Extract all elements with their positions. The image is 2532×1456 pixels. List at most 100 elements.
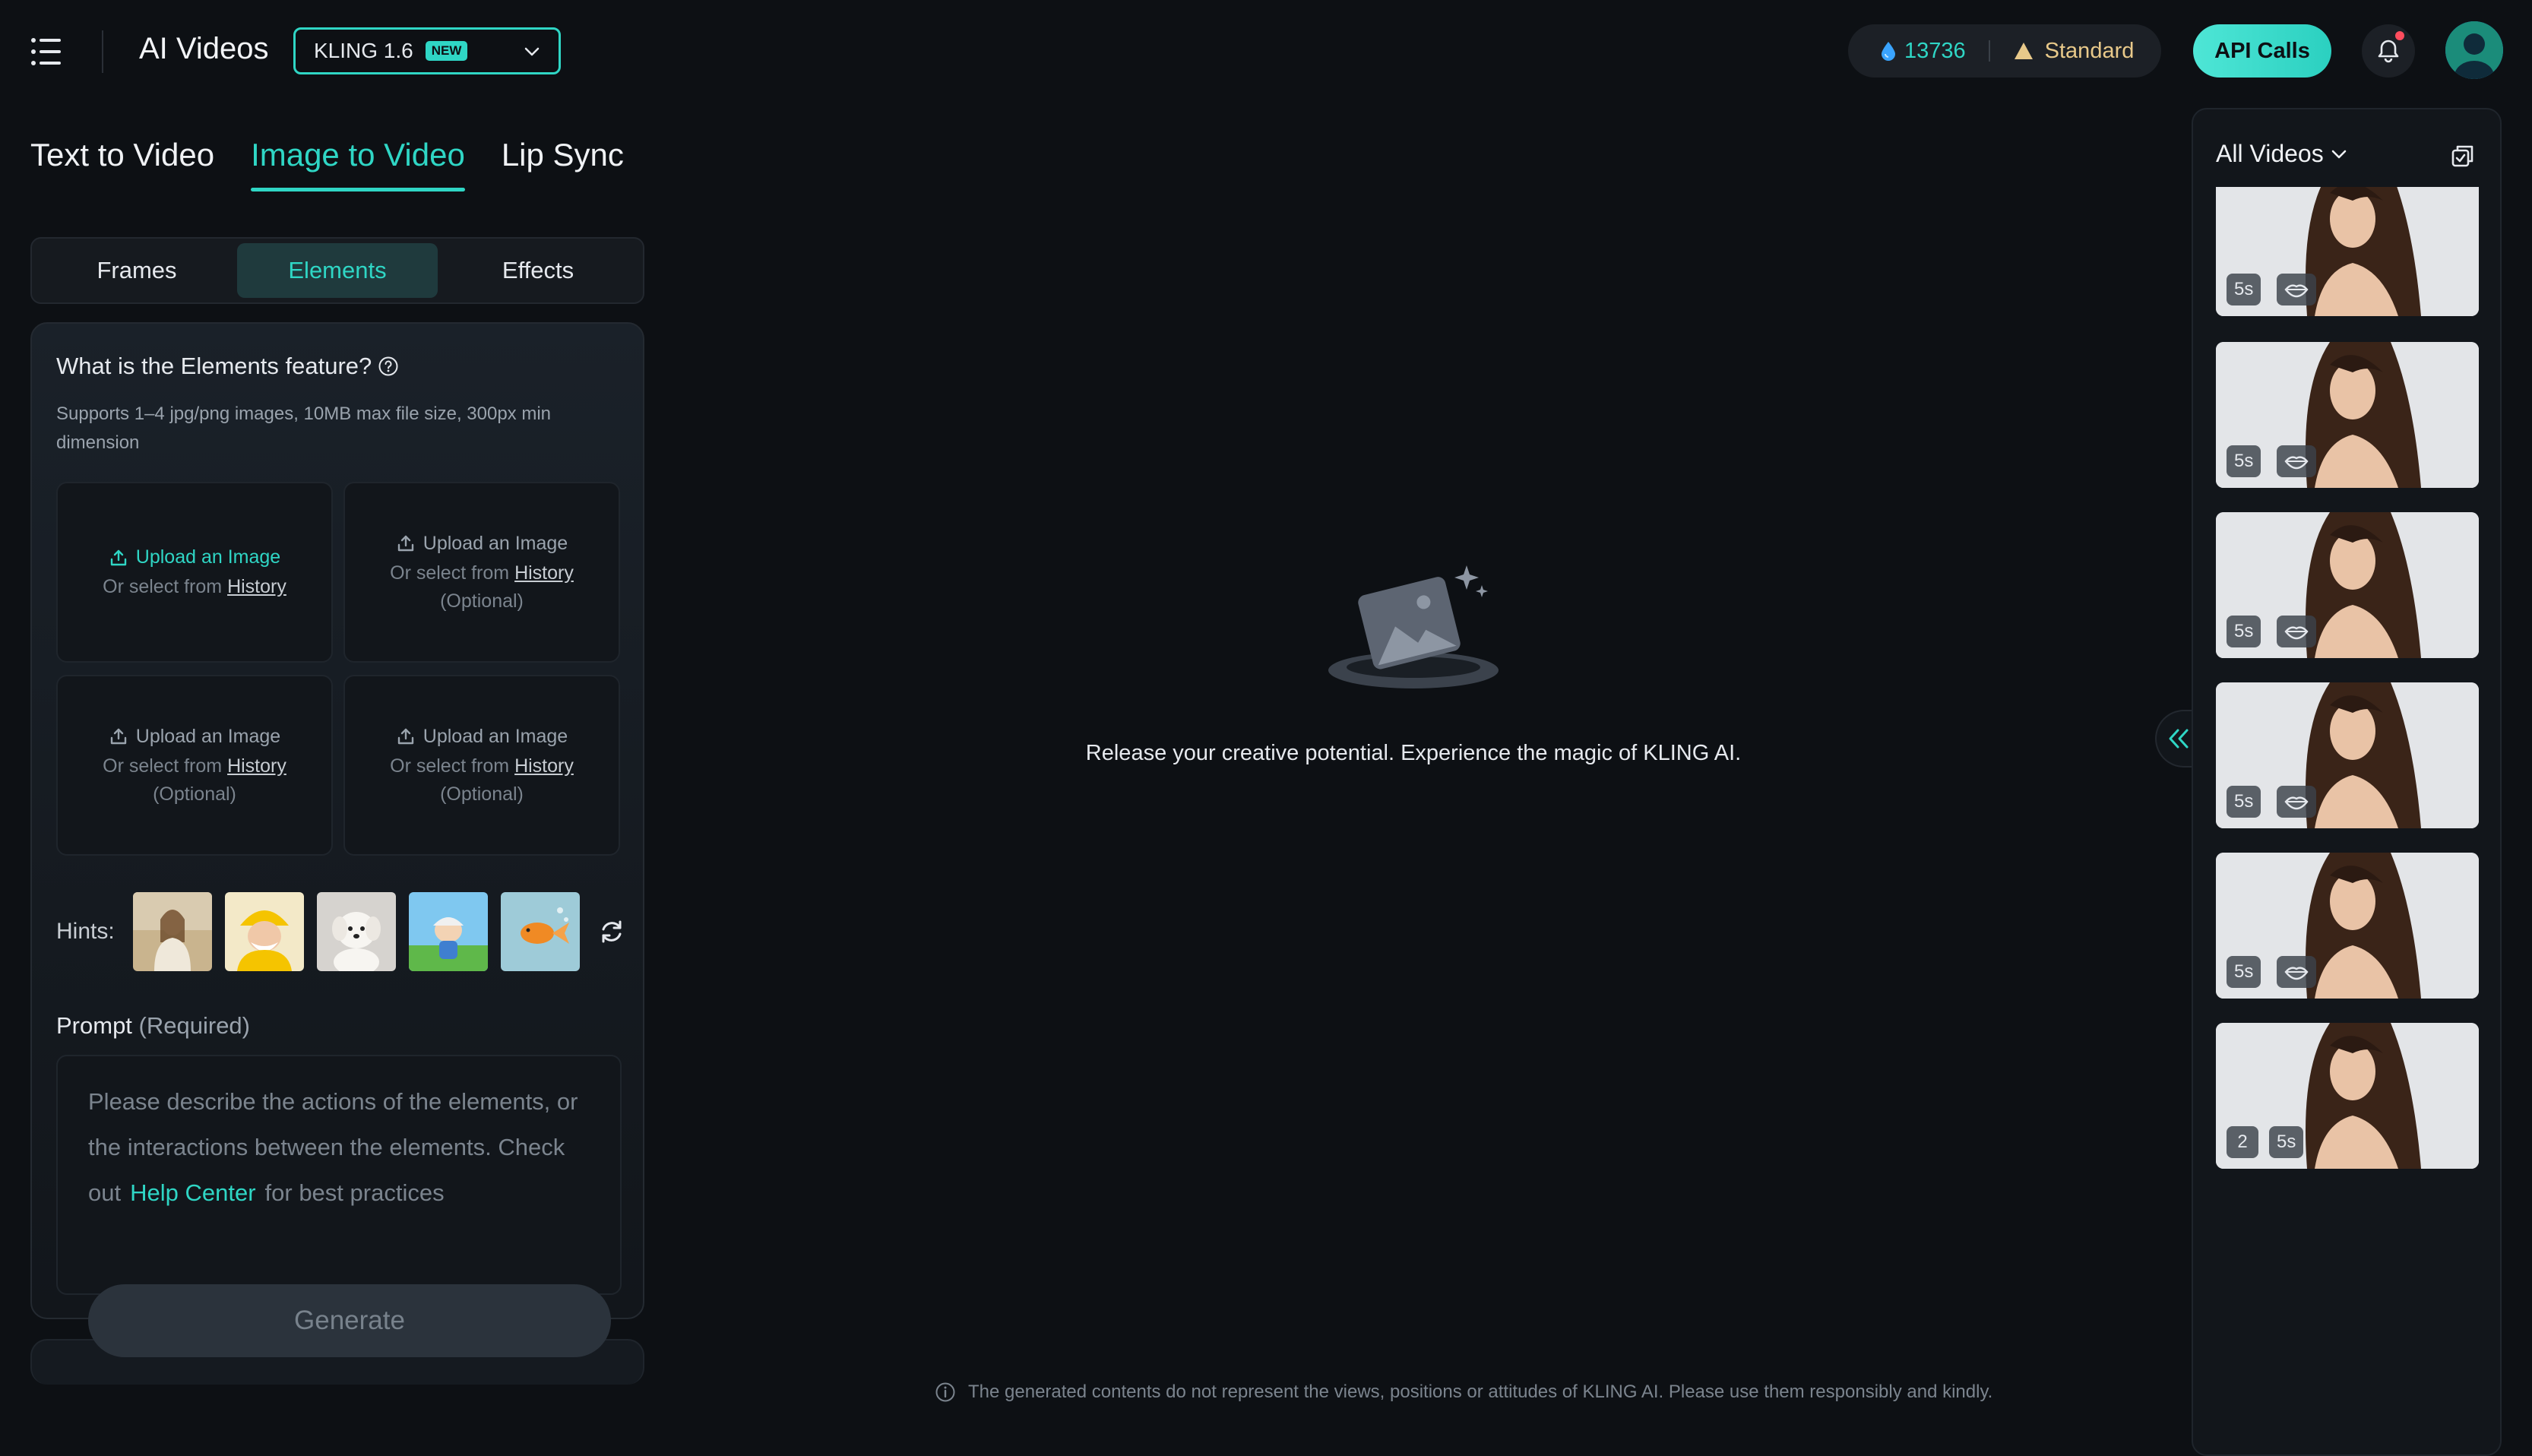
double-chevron-left-icon [2169,729,2189,749]
upload-icon [110,728,126,745]
model-name: KLING 1.6 [314,39,413,62]
upload-icon [110,549,126,565]
count-badge: 2 [2227,1126,2258,1158]
question-icon[interactable] [378,356,399,377]
all-videos-filter[interactable]: All Videos [2216,140,2350,168]
select-prefix: Or select from [390,562,510,584]
disclaimer-text: The generated contents do not represent … [968,1382,1993,1402]
video-thumbnail[interactable]: 5s [2216,512,2479,658]
upload-grid: Upload an Image Or select from History U… [56,482,622,868]
video-thumbnail[interactable]: 5s [2216,342,2479,488]
credit-drop-icon [1882,42,1895,61]
upload-label: Upload an Image [423,725,568,747]
upload-slot-4[interactable]: Upload an Image Or select from History (… [343,675,620,856]
duration-badge: 5s [2227,445,2261,477]
duration-badge: 5s [2227,274,2261,305]
upload-action[interactable]: Upload an Image [109,546,280,568]
credit-balance: 13736 [1904,38,1966,63]
lips-icon [2284,626,2309,640]
mode-tabs: Text to Video Image to Video Lip Sync [30,137,660,191]
lip-sync-badge [2277,445,2316,477]
lips-icon [2284,284,2309,298]
hint-thumb-woman[interactable] [132,892,212,971]
select-from-history: Or select from History [103,755,286,777]
credits-pill[interactable]: 13736 Standard [1848,24,2161,78]
upload-icon [397,535,413,552]
hint-thumb-puppy[interactable] [316,892,396,971]
optional-label: (Optional) [440,590,524,612]
chevron-down-icon [524,47,540,56]
help-center-link[interactable]: Help Center [130,1179,255,1206]
api-calls-button[interactable]: API Calls [2193,24,2331,78]
tab-effects[interactable]: Effects [438,243,638,298]
video-history-panel: All Videos 5s 5s 5s 5s 5s 2 5s [2192,108,2502,1456]
hint-thumb-goldfish[interactable] [500,892,580,971]
select-prefix: Or select from [103,576,223,597]
disclaimer: The generated contents do not represent … [935,1382,1992,1403]
upload-action[interactable]: Upload an Image [396,726,568,748]
upload-label: Upload an Image [423,532,568,554]
upload-slot-2[interactable]: Upload an Image Or select from History (… [343,482,620,663]
optional-label: (Optional) [440,783,524,805]
refresh-icon[interactable] [597,917,626,946]
select-from-history: Or select from History [390,755,574,777]
hint-thumb-old-man[interactable] [224,892,304,971]
model-selector[interactable]: KLING 1.6 NEW [293,27,561,74]
history-link[interactable]: History [514,562,574,584]
video-thumbnail[interactable]: 5s [2216,682,2479,828]
filter-label: All Videos [2216,140,2324,167]
history-link[interactable]: History [227,576,286,597]
empty-state-message: Release your creative potential. Experie… [1085,741,1742,765]
chevron-down-icon [2331,150,2347,158]
tab-image-to-video[interactable]: Image to Video [251,137,465,191]
multi-select-icon[interactable] [2450,143,2476,169]
avatar[interactable] [2445,21,2503,79]
elements-feature-title-text: What is the Elements feature? [56,353,372,379]
upload-action[interactable]: Upload an Image [396,533,568,555]
tab-frames[interactable]: Frames [36,243,237,298]
elements-feature-description: Supports 1–4 jpg/png images, 10MB max fi… [56,404,552,453]
duration-badge: 5s [2269,1126,2304,1158]
menu-icon[interactable] [30,36,68,67]
prompt-label-text: Prompt [56,1012,132,1039]
tab-lip-sync[interactable]: Lip Sync [502,137,624,191]
prompt-required: (Required) [138,1012,250,1039]
generate-button[interactable]: Generate [88,1284,611,1357]
prompt-textarea[interactable]: Please describe the actions of the eleme… [56,1055,622,1295]
notification-dot [2395,31,2404,40]
elements-panel: What is the Elements feature? Supports 1… [30,322,644,1319]
video-list: 5s 5s 5s 5s 5s 2 5s [2216,187,2479,1193]
select-from-history: Or select from History [103,576,286,598]
new-badge: NEW [425,41,468,61]
bell-icon [2378,40,2399,63]
sub-tabs: Frames Elements Effects [30,237,644,304]
lip-sync-badge [2277,616,2316,647]
upload-label: Upload an Image [135,725,281,747]
lip-sync-badge [2277,786,2316,818]
tab-text-to-video[interactable]: Text to Video [30,137,214,191]
empty-state-image-icon [1328,565,1499,688]
header-divider [102,30,103,73]
prompt-label: Prompt (Required) [56,1012,250,1040]
lips-icon [2284,967,2309,980]
elements-feature-title[interactable]: What is the Elements feature? [56,353,399,380]
video-thumbnail[interactable]: 5s [2216,853,2479,999]
select-prefix: Or select from [103,755,223,777]
plan-triangle-icon [2014,43,2033,59]
duration-badge: 5s [2227,786,2261,818]
upload-action[interactable]: Upload an Image [109,726,280,748]
lips-icon [2284,796,2309,810]
history-link[interactable]: History [227,755,286,777]
video-thumbnail[interactable]: 5s [2216,187,2479,316]
upload-label: Upload an Image [135,546,281,568]
hint-thumb-cartoon-boy[interactable] [408,892,488,971]
history-link[interactable]: History [514,755,574,777]
upload-slot-3[interactable]: Upload an Image Or select from History (… [56,675,333,856]
top-bar: AI Videos KLING 1.6 NEW 13736 Standard A… [0,0,2532,103]
hints-row: Hints: [56,892,626,971]
tab-elements[interactable]: Elements [237,243,438,298]
notifications-button[interactable] [2362,24,2415,78]
video-thumbnail[interactable]: 2 5s [2216,1023,2479,1169]
upload-slot-1[interactable]: Upload an Image Or select from History [56,482,333,663]
lip-sync-badge [2277,274,2316,305]
